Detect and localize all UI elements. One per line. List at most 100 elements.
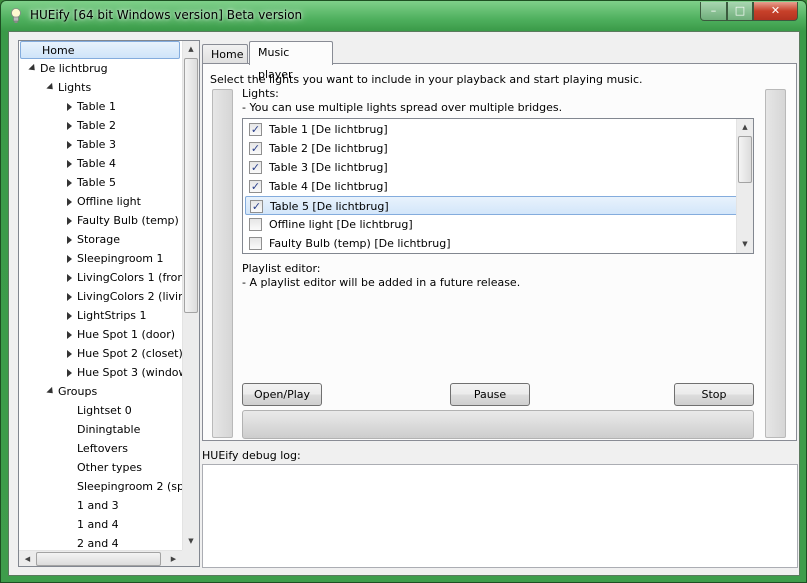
tree-item[interactable]: Table 3 <box>19 136 182 154</box>
tree-item-label: Table 2 <box>77 119 116 132</box>
tree-item[interactable]: LivingColors 2 (living <box>19 288 192 306</box>
tree-item[interactable]: Diningtable <box>19 421 182 439</box>
collapsed-arrow-icon[interactable] <box>65 212 75 230</box>
collapsed-arrow-icon[interactable] <box>65 288 75 306</box>
light-label: Table 5 [De lichtbrug] <box>270 200 389 213</box>
collapsed-arrow-icon[interactable] <box>65 155 75 173</box>
lights-vertical-scrollbar[interactable]: ▲ ▼ <box>736 119 753 253</box>
checked-checkbox[interactable]: ✓ <box>249 142 262 155</box>
tree-item[interactable]: Sleepingroom 2 (spo <box>19 478 191 496</box>
tree-vertical-scrollbar[interactable]: ▲ ▼ <box>182 41 199 550</box>
light-list-item[interactable]: ✓ Table 2 [De lichtbrug] <box>245 139 738 158</box>
tree-item[interactable]: Hue Spot 2 (closet) <box>19 345 183 363</box>
tree-item[interactable]: Hue Spot 1 (door) <box>19 326 182 344</box>
collapsed-arrow-icon[interactable] <box>65 364 75 382</box>
collapsed-arrow-icon[interactable] <box>65 231 75 249</box>
tree-horizontal-scrollbar[interactable]: ◀ ▶ <box>19 550 182 566</box>
tree-item[interactable]: Lightset 0 <box>19 402 182 420</box>
collapsed-arrow-icon[interactable] <box>65 193 75 211</box>
collapsed-arrow-icon[interactable] <box>65 174 75 192</box>
collapsed-arrow-icon[interactable] <box>65 117 75 135</box>
tree-item[interactable]: Home <box>20 41 180 59</box>
light-list-item[interactable]: Faulty Bulb (temp) [De lichtbrug] <box>245 234 738 253</box>
light-list-item[interactable]: ✓ Table 5 [De lichtbrug] <box>245 196 738 215</box>
tree-scroll-thumb[interactable] <box>184 58 198 313</box>
expanded-arrow-icon[interactable] <box>28 60 38 78</box>
tree-item[interactable]: De lichtbrug <box>19 60 182 78</box>
scroll-up-icon[interactable]: ▲ <box>183 41 199 58</box>
tree-item-label: LightStrips 1 <box>77 309 147 322</box>
collapsed-arrow-icon[interactable] <box>65 269 75 287</box>
tree-hscroll-thumb[interactable] <box>36 552 161 566</box>
tree-item[interactable]: Leftovers <box>19 440 182 458</box>
playlist-hint: - A playlist editor will be added in a f… <box>242 276 521 289</box>
expanded-arrow-icon[interactable] <box>46 383 56 401</box>
debug-log-textarea[interactable] <box>202 464 798 568</box>
collapsed-arrow-icon[interactable] <box>65 136 75 154</box>
unchecked-checkbox[interactable] <box>249 237 262 250</box>
tree-item-label: Table 5 <box>77 176 116 189</box>
tree-item[interactable]: LightStrips 1 <box>19 307 182 325</box>
tree-item-label: 1 and 4 <box>77 518 119 531</box>
pause-button[interactable]: Pause <box>450 383 530 406</box>
tree-item[interactable]: Sleepingroom 1 <box>19 250 182 268</box>
tree-item[interactable]: 1 and 3 <box>19 497 182 515</box>
light-list-item[interactable]: ✓ Table 4 [De lichtbrug] <box>245 177 738 196</box>
collapsed-arrow-icon[interactable] <box>65 307 75 325</box>
scroll-down-icon[interactable]: ▼ <box>183 533 199 550</box>
collapsed-arrow-icon[interactable] <box>65 326 75 344</box>
right-panel-bar <box>765 89 786 438</box>
checked-checkbox[interactable]: ✓ <box>249 161 262 174</box>
light-list-item[interactable]: ✓ Table 1 [De lichtbrug] <box>245 120 738 139</box>
stop-button[interactable]: Stop <box>674 383 754 406</box>
tab-music-player[interactable]: Music player <box>249 41 333 81</box>
expanded-arrow-icon[interactable] <box>46 79 56 97</box>
scroll-right-icon[interactable]: ▶ <box>165 551 182 566</box>
scroll-left-icon[interactable]: ◀ <box>19 551 36 566</box>
close-button[interactable]: ✕ <box>753 2 798 21</box>
maximize-button[interactable]: □ <box>727 2 753 21</box>
collapsed-arrow-icon[interactable] <box>65 345 75 363</box>
title-bar[interactable]: HUEify [64 bit Windows version] Beta ver… <box>1 1 806 31</box>
tree-item[interactable]: Faulty Bulb (temp) <box>19 212 182 230</box>
debug-log-label: HUEify debug log: <box>202 449 301 462</box>
tree-item-label: Groups <box>58 385 98 398</box>
lights-scroll-thumb[interactable] <box>738 136 752 183</box>
tree-item[interactable]: LivingColors 1 (front <box>19 269 189 287</box>
tree-item-label: Diningtable <box>77 423 141 436</box>
light-list-item[interactable]: ✓ Table 3 [De lichtbrug] <box>245 158 738 177</box>
tree-item[interactable]: Table 5 <box>19 174 182 192</box>
checked-checkbox[interactable]: ✓ <box>249 123 262 136</box>
tree-item[interactable]: 1 and 4 <box>19 516 182 534</box>
light-label: Table 3 [De lichtbrug] <box>269 161 388 174</box>
minimize-button[interactable]: – <box>700 2 727 21</box>
lights-scroll-down-icon[interactable]: ▼ <box>737 236 753 253</box>
tree-item-label: Offline light <box>77 195 141 208</box>
tree-item[interactable]: Table 4 <box>19 155 182 173</box>
window-title: HUEify [64 bit Windows version] Beta ver… <box>30 8 303 22</box>
collapsed-arrow-icon[interactable] <box>65 250 75 268</box>
tree-item-label: 1 and 3 <box>77 499 119 512</box>
tree-item[interactable]: Offline light <box>19 193 182 211</box>
checked-checkbox[interactable]: ✓ <box>250 200 263 213</box>
light-label: Table 1 [De lichtbrug] <box>269 123 388 136</box>
tree-item[interactable]: Hue Spot 3 (window <box>19 364 188 382</box>
lights-scroll-up-icon[interactable]: ▲ <box>737 119 753 136</box>
light-label: Offline light [De lichtbrug] <box>269 218 413 231</box>
lights-checklist[interactable]: ✓ Table 1 [De lichtbrug] ✓ Table 2 [De lich… <box>242 118 754 254</box>
checked-checkbox[interactable]: ✓ <box>249 180 262 193</box>
tree-item[interactable]: Table 2 <box>19 117 182 135</box>
app-bulb-icon <box>11 8 21 23</box>
tree-item[interactable]: Other types <box>19 459 182 477</box>
open-play-button[interactable]: Open/Play <box>242 383 322 406</box>
navigation-tree[interactable]: Home De lichtbrug Lights Table 1 Table 2 Tabl… <box>18 40 200 567</box>
tree-item[interactable]: Lights <box>19 79 182 97</box>
tree-item[interactable]: Storage <box>19 231 182 249</box>
tree-item-label: Hue Spot 1 (door) <box>77 328 176 341</box>
tree-item[interactable]: Table 1 <box>19 98 182 116</box>
collapsed-arrow-icon[interactable] <box>65 98 75 116</box>
tree-item[interactable]: Groups <box>19 383 182 401</box>
light-list-item[interactable]: Offline light [De lichtbrug] <box>245 215 738 234</box>
tree-item-label: Hue Spot 2 (closet) <box>77 347 183 360</box>
unchecked-checkbox[interactable] <box>249 218 262 231</box>
